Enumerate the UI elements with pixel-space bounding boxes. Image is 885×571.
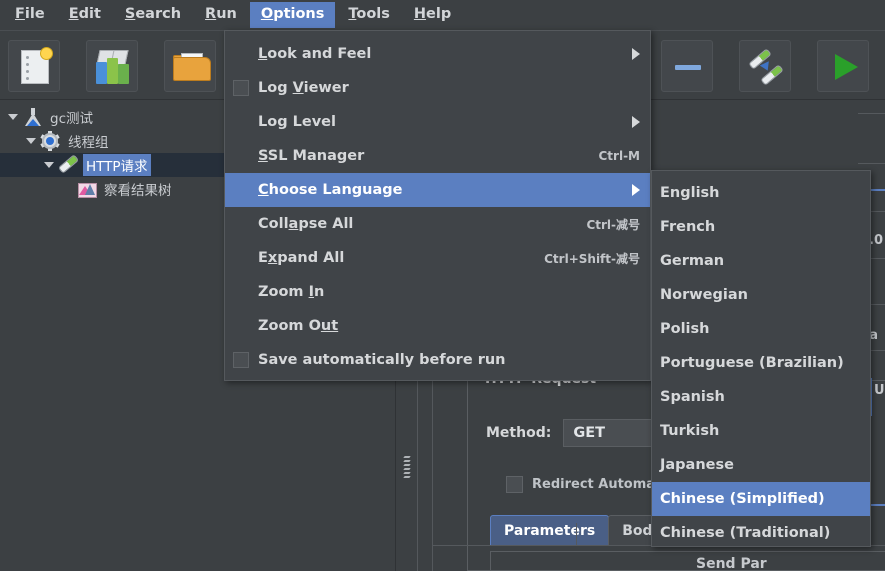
- gear-icon: [40, 131, 62, 151]
- open-button[interactable]: [164, 40, 216, 92]
- menu-item-log-viewer[interactable]: Log Viewer: [225, 71, 650, 105]
- menu-item-label: Zoom Out: [258, 318, 339, 334]
- expand-arrow-icon[interactable]: [24, 134, 38, 148]
- language-item-english[interactable]: English: [652, 176, 870, 210]
- tree-label: 线程组: [68, 135, 109, 151]
- menu-item-label: Zoom In: [258, 284, 325, 300]
- language-item-german[interactable]: German: [652, 244, 870, 278]
- menu-item-label: Log Level: [258, 114, 336, 130]
- menu-item-ssl-manager[interactable]: SSL Manager Ctrl-M: [225, 139, 650, 173]
- menu-tools[interactable]: Tools: [337, 2, 401, 28]
- divider-2: [858, 163, 885, 164]
- chevron-right-icon: [632, 48, 640, 60]
- menu-item-accelerator: Ctrl-减号: [586, 217, 640, 232]
- log-viewer-checkbox[interactable]: [233, 80, 249, 96]
- choose-language-submenu: English French German Norwegian Polish P…: [651, 170, 871, 547]
- menu-item-save-automatically-before-run[interactable]: Save automatically before run: [225, 343, 650, 377]
- menu-item-label: Look and Feel: [258, 46, 372, 62]
- tab-parameters[interactable]: Parameters: [490, 515, 610, 546]
- menu-item-label: Choose Language: [258, 182, 403, 198]
- language-item-japanese[interactable]: Japanese: [652, 448, 870, 482]
- language-item-french[interactable]: French: [652, 210, 870, 244]
- open-folder-icon: [173, 53, 211, 81]
- play-icon: [835, 54, 858, 80]
- redirect-automatically-checkbox[interactable]: [506, 476, 523, 493]
- expand-arrow-icon[interactable]: [42, 158, 56, 172]
- language-item-norwegian[interactable]: Norwegian: [652, 278, 870, 312]
- jmeter-window: HTTP Request Method: GET Redirect Automa…: [0, 0, 885, 571]
- chevron-right-icon: [632, 184, 640, 196]
- new-test-plan-button[interactable]: [8, 40, 60, 92]
- menu-run[interactable]: Run: [194, 2, 248, 28]
- tree-label: gc测试: [50, 111, 93, 127]
- toggle-button[interactable]: [739, 40, 791, 92]
- menu-options[interactable]: Options: [249, 2, 336, 28]
- tree-label: HTTP请求: [83, 154, 151, 176]
- menu-edit[interactable]: Edit: [58, 2, 112, 28]
- menu-item-label: Log Viewer: [258, 80, 349, 96]
- options-dropdown-menu: Look and Feel Log Viewer Log Level SSL M…: [224, 30, 651, 381]
- minus-icon: [675, 65, 701, 70]
- books-icon: [95, 50, 131, 84]
- templates-button[interactable]: [86, 40, 138, 92]
- bottom-vrule-a: [576, 523, 577, 545]
- menu-item-label: Save automatically before run: [258, 352, 506, 368]
- chart-icon: [76, 179, 98, 199]
- parameters-tabpane: [490, 551, 885, 571]
- flask-icon: [22, 107, 44, 127]
- menu-item-zoom-out[interactable]: Zoom Out: [225, 309, 650, 343]
- pipettes-icon: [748, 48, 784, 86]
- remove-button[interactable]: [661, 40, 713, 92]
- menu-search[interactable]: Search: [114, 2, 192, 28]
- menu-item-log-level[interactable]: Log Level: [225, 105, 650, 139]
- start-button[interactable]: [817, 40, 869, 92]
- divider-1: [858, 113, 885, 114]
- menu-item-look-and-feel[interactable]: Look and Feel: [225, 37, 650, 71]
- expand-arrow-icon[interactable]: [6, 110, 20, 124]
- menu-file[interactable]: File: [4, 2, 56, 28]
- language-item-chinese-traditional[interactable]: Chinese (Traditional): [652, 516, 870, 550]
- u-fragment: U: [874, 383, 885, 398]
- menu-item-label: SSL Manager: [258, 148, 365, 164]
- expand-arrow-placeholder-icon: [60, 182, 129, 196]
- menu-item-zoom-in[interactable]: Zoom In: [225, 275, 650, 309]
- language-item-portuguese-brazilian[interactable]: Portuguese (Brazilian): [652, 346, 870, 380]
- menu-item-accelerator: Ctrl-M: [598, 149, 641, 163]
- splitter-grip[interactable]: [403, 456, 411, 484]
- language-item-turkish[interactable]: Turkish: [652, 414, 870, 448]
- menu-item-label: Collapse All: [258, 216, 354, 232]
- menu-help[interactable]: Help: [403, 2, 462, 28]
- menu-item-accelerator: Ctrl+Shift-减号: [544, 251, 640, 266]
- menu-bar: File Edit Search Run Options Tools Help: [0, 0, 885, 30]
- tree-label: 察看结果树: [104, 183, 172, 199]
- menu-item-collapse-all[interactable]: Collapse All Ctrl-减号: [225, 207, 650, 241]
- language-item-polish[interactable]: Polish: [652, 312, 870, 346]
- send-parameters-label: Send Par: [696, 556, 767, 571]
- menu-item-label: Expand All: [258, 250, 345, 266]
- chevron-right-icon: [632, 116, 640, 128]
- language-item-spanish[interactable]: Spanish: [652, 380, 870, 414]
- menu-item-expand-all[interactable]: Expand All Ctrl+Shift-减号: [225, 241, 650, 275]
- language-item-chinese-simplified[interactable]: Chinese (Simplified): [652, 482, 870, 516]
- menu-item-choose-language[interactable]: Choose Language: [225, 173, 650, 207]
- method-label: Method:: [486, 425, 552, 441]
- new-document-icon: [21, 47, 53, 84]
- save-automatically-checkbox[interactable]: [233, 352, 249, 368]
- pipette-icon: [57, 154, 80, 175]
